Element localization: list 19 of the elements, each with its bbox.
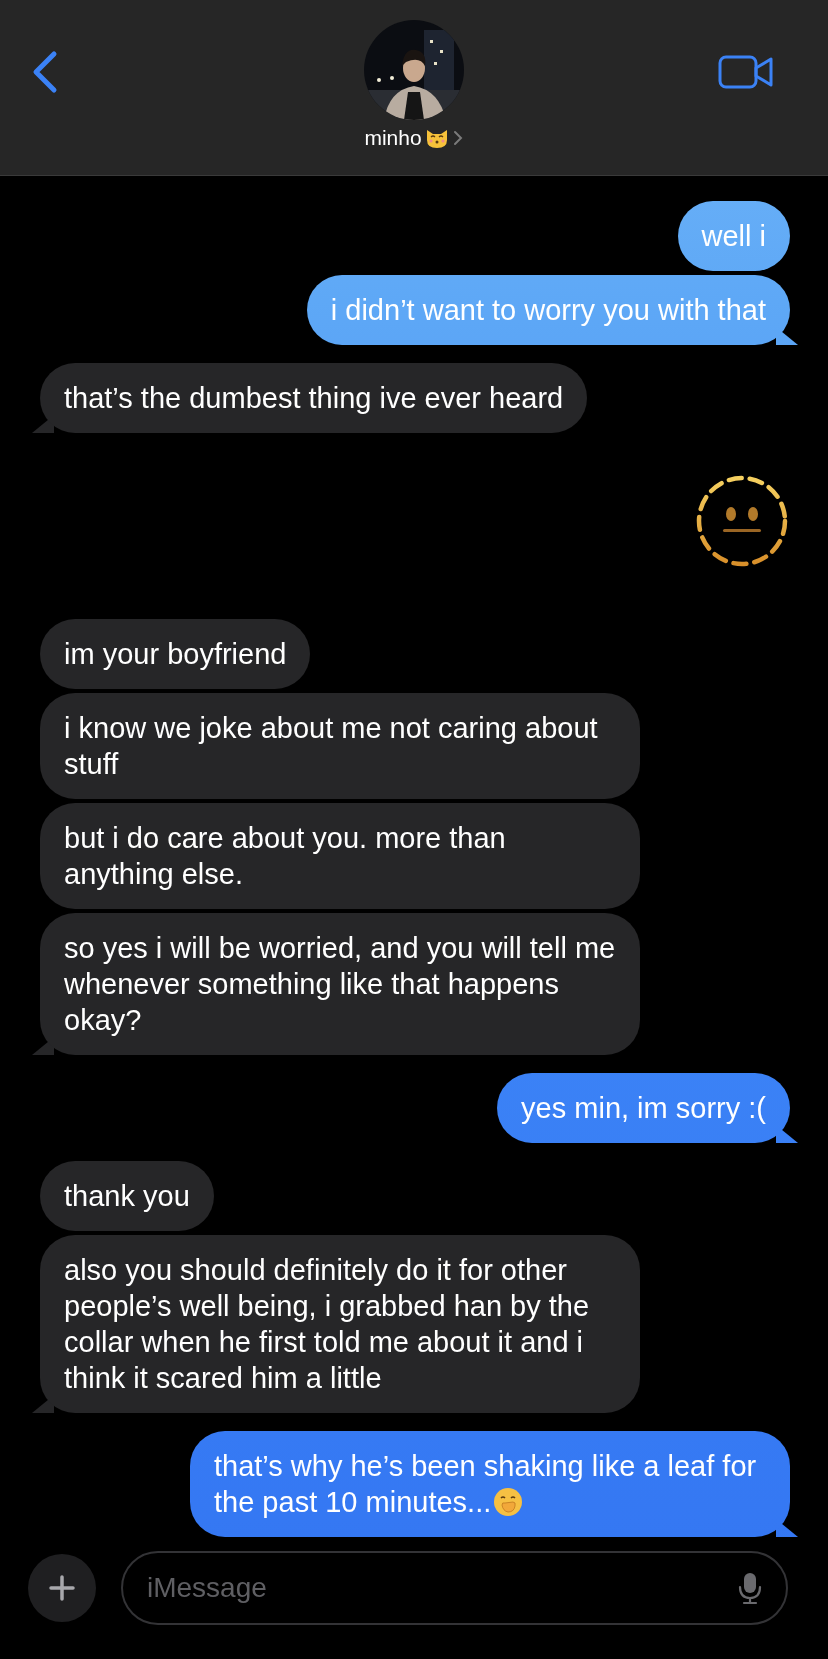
received-message: but i do care about you. more than anything else. <box>40 803 640 909</box>
cat-emoji-icon <box>424 127 449 149</box>
microphone-icon[interactable] <box>738 1571 762 1605</box>
sent-message: that’s why he’s been shaking like a leaf for the past 10 minutes... <box>190 1431 790 1537</box>
received-message: also you should definitely do it for other people’s well being, i grabbed han by the collar when he first told me about it and i think it scared him a little <box>40 1235 640 1413</box>
message-input-field[interactable]: iMessage <box>121 1551 788 1625</box>
contact-name[interactable]: minho <box>364 126 422 150</box>
video-camera-icon[interactable] <box>718 55 774 89</box>
dotted-neutral-face-emoji-icon <box>694 473 790 569</box>
received-message: im your boyfriend <box>40 619 311 689</box>
received-message: that’s the dumbest thing ive ever heard <box>40 363 588 433</box>
sent-message: i didn’t want to worry you with that <box>306 275 790 345</box>
sent-message: well i <box>677 201 790 271</box>
received-message: i know we joke about me not caring about stuff <box>40 693 640 799</box>
plus-icon <box>49 1575 75 1601</box>
received-message: thank you <box>40 1161 214 1231</box>
chevron-right-icon[interactable] <box>451 130 464 146</box>
received-message: so yes i will be worried, and you will tell me whenever something like that happens okay? <box>40 913 640 1055</box>
sent-message: yes min, im sorry :( <box>497 1073 790 1143</box>
